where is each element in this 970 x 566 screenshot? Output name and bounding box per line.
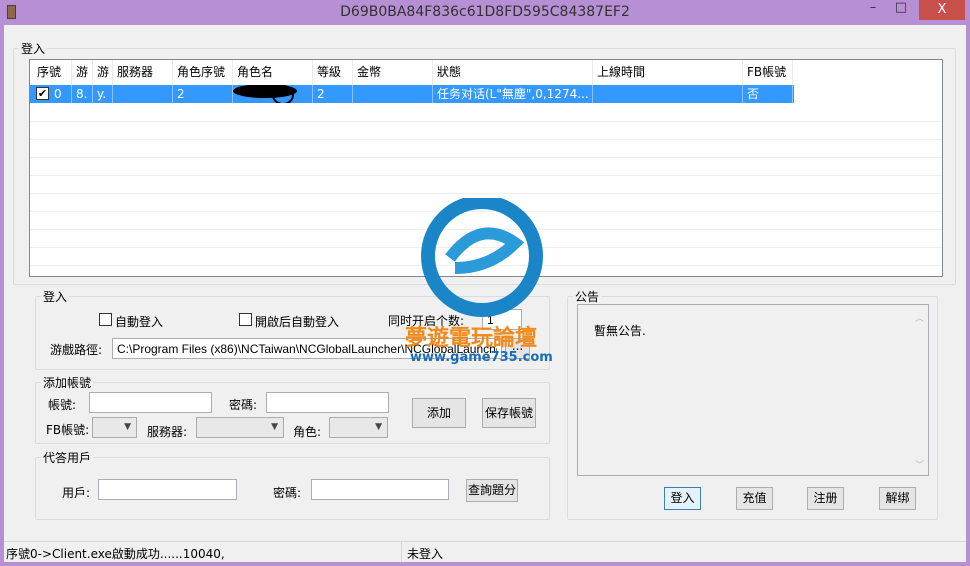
role-label: 角色: — [293, 425, 322, 439]
cell-redacted — [233, 85, 313, 103]
col-header[interactable]: FB帳號 — [743, 60, 793, 85]
game-path-input[interactable] — [112, 338, 502, 359]
group-title: 代答用戶 — [43, 451, 92, 465]
save-account-button[interactable]: 保存帳號 — [482, 398, 536, 428]
cell: y. — [93, 85, 113, 103]
user-label: 用戶: — [62, 486, 91, 500]
table-header: 序號 游 游 服務器 角色序號 角色名 等級 金幣 狀態 上線時間 FB帳號 — [30, 60, 942, 85]
server-select[interactable]: ▼ — [196, 417, 284, 438]
fb-select[interactable]: ▼ — [92, 417, 137, 438]
query-score-button[interactable]: 查詢題分 — [466, 479, 518, 502]
col-header[interactable]: 游 — [93, 60, 113, 85]
register-button[interactable]: 注册 — [807, 487, 844, 510]
auto-login-checkbox[interactable] — [99, 313, 112, 326]
col-header[interactable]: 等級 — [313, 60, 353, 85]
group-title: 公告 — [575, 290, 600, 304]
close-button[interactable]: X — [919, 0, 965, 20]
auto-login-after-open-label: 開啟后自動登入 — [255, 315, 340, 329]
maximize-button[interactable]: □ — [888, 0, 914, 20]
auto-login-label: 自動登入 — [115, 315, 164, 329]
fb-label: FB帳號: — [46, 423, 90, 437]
path-label: 游戲路徑: — [50, 343, 103, 357]
group-title: 添加帳號 — [43, 376, 92, 390]
cell — [353, 85, 433, 103]
cell: 2 — [313, 85, 353, 103]
col-header[interactable]: 狀態 — [433, 60, 593, 85]
row-checkbox[interactable]: ✔ — [36, 87, 49, 100]
col-header[interactable]: 游 — [72, 60, 93, 85]
scrollbar[interactable]: ︿ ﹀ — [911, 305, 928, 475]
password-input[interactable] — [266, 392, 389, 413]
cell: 2 — [173, 85, 233, 103]
status-bar: 序號0->Client.exe啟動成功......10040, 未登入 — [4, 541, 966, 562]
password-label: 密碼: — [229, 398, 258, 412]
role-select[interactable]: ▼ — [329, 417, 388, 438]
status-message: 序號0->Client.exe啟動成功......10040, — [6, 547, 225, 561]
server-label: 服務器: — [147, 425, 188, 439]
user-input[interactable] — [98, 479, 237, 500]
cell — [593, 85, 743, 103]
col-header[interactable]: 服務器 — [113, 60, 173, 85]
cell: 0 — [50, 85, 72, 103]
login-button[interactable]: 登入 — [664, 487, 701, 510]
notice-textarea[interactable]: 暫無公告. ︿ ﹀ — [577, 304, 929, 476]
minimize-button[interactable]: – — [860, 0, 886, 20]
concurrent-input[interactable] — [482, 309, 522, 330]
auto-login-after-open-checkbox[interactable] — [239, 313, 252, 326]
group-title: 登入 — [21, 42, 46, 56]
login-status: 未登入 — [407, 547, 444, 561]
col-header[interactable]: 角色名 — [233, 60, 313, 85]
agent-password-input[interactable] — [311, 479, 449, 500]
scroll-up-icon[interactable]: ︿ — [911, 305, 928, 324]
concurrent-label: 同时开启个数: — [388, 314, 465, 328]
browse-button[interactable]: ... — [505, 338, 530, 359]
agent-password-label: 密碼: — [273, 486, 302, 500]
cell: 否 — [743, 85, 793, 103]
account-table[interactable]: 序號 游 游 服務器 角色序號 角色名 等級 金幣 狀態 上線時間 FB帳號 ✔… — [29, 59, 943, 277]
col-header[interactable]: 角色序號 — [173, 60, 233, 85]
cell — [113, 85, 173, 103]
cell: 任务对话(L"無塵",0,1274... — [433, 85, 593, 103]
scroll-down-icon[interactable]: ﹀ — [911, 458, 928, 471]
add-button[interactable]: 添加 — [412, 398, 466, 428]
cell: 8. — [72, 85, 93, 103]
col-header[interactable]: 序號 — [33, 60, 72, 85]
col-header[interactable]: 金幣 — [353, 60, 433, 85]
unbind-button[interactable]: 解绑 — [879, 487, 916, 510]
table-row[interactable]: ✔ 0 8. y. 2 2 任务对话(L"無塵",0,1274... 否 — [30, 85, 794, 103]
recharge-button[interactable]: 充值 — [736, 487, 773, 510]
col-header[interactable]: 上線時間 — [593, 60, 743, 85]
account-label: 帳號: — [48, 398, 77, 412]
account-input[interactable] — [89, 392, 212, 413]
group-title: 登入 — [43, 290, 68, 304]
notice-text: 暫無公告. — [594, 324, 646, 338]
window-title: D69B0BA84F836c61D8FD595C84387EF2 — [340, 4, 630, 20]
